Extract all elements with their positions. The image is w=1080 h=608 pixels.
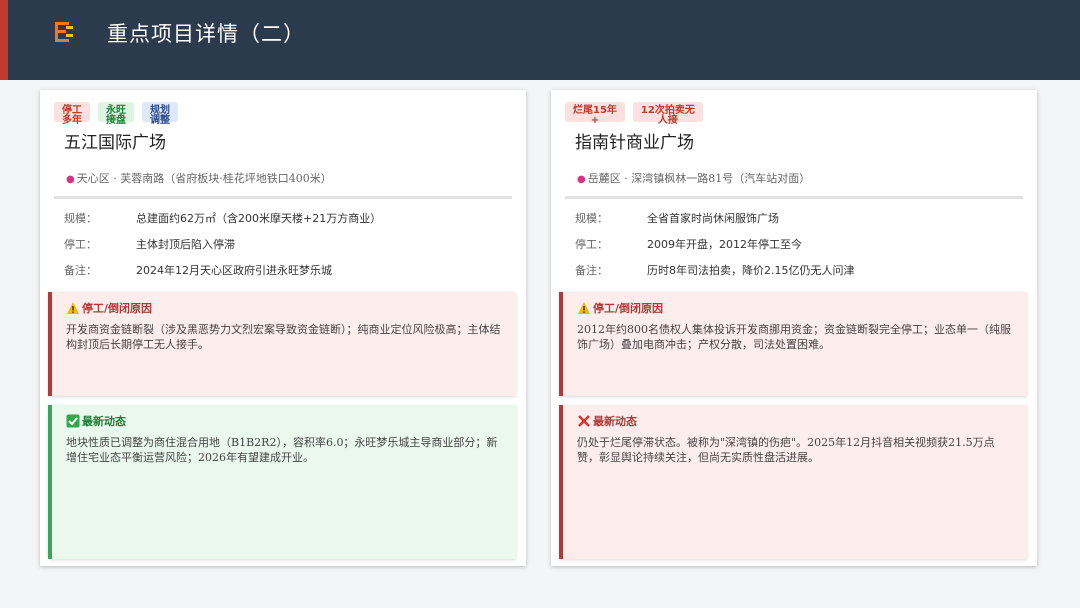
info-value: 主体封顶后陷入停滞 xyxy=(136,238,235,251)
news-text: 仍处于烂尾停滞状态。被称为"深湾镇的伤疤"。2025年12月抖音相关视频获21.… xyxy=(577,436,995,464)
info-value: 全省首家时尚休闲服饰广场 xyxy=(647,212,779,225)
reason-text: 开发商资金链断裂（涉及黑恶势力文烈宏案导致资金链断）；纯商业定位风险极高；主体结… xyxy=(66,323,501,351)
tag-group: 烂尾15年 + 12次拍卖无 人接 xyxy=(565,102,703,126)
status-badge: 停工 多年 xyxy=(54,102,90,126)
header-bar: 重点项目详情（二） xyxy=(0,0,1080,80)
warning-icon xyxy=(66,301,80,315)
project-card-right: 烂尾15年 + 12次拍卖无 人接 指南针商业广场 ● 岳麓区 · 深湾镇枫林一路… xyxy=(551,90,1037,566)
reason-title: 停工/倒闭原因 xyxy=(577,300,663,316)
reason-text: 2012年约800名债权人集体投诉开发商挪用资金；资金链断裂完全停工；业态单一（… xyxy=(577,323,1011,351)
location-pin-icon: ● xyxy=(577,174,586,185)
divider xyxy=(54,196,512,199)
project-location: ● 天心区 · 芙蓉南路（省府板块·桂花坪地铁口400米） xyxy=(66,170,332,186)
divider xyxy=(565,196,1023,199)
project-name: 指南针商业广场 xyxy=(575,133,694,153)
status-badge: 12次拍卖无 人接 xyxy=(632,102,703,126)
news-title-text: 最新动态 xyxy=(82,415,126,428)
reason-title-text: 停工/倒闭原因 xyxy=(82,302,153,315)
cross-icon xyxy=(577,414,591,428)
news-box: 最新动态 仍处于烂尾停滞状态。被称为"深湾镇的伤疤"。2025年12月抖音相关视… xyxy=(559,405,1027,559)
news-box: 最新动态 地块性质已调整为商住混合用地（B1B2R2），容积率6.0；永旺梦乐城… xyxy=(48,405,516,559)
reason-box: 停工/倒闭原因 2012年约800名债权人集体投诉开发商挪用资金；资金链断裂完全… xyxy=(559,292,1027,396)
info-row-stop: 停工： 主体封顶后陷入停滞 xyxy=(64,236,235,252)
page-title: 重点项目详情（二） xyxy=(107,22,305,46)
status-badge: 规划 调整 xyxy=(142,102,178,126)
info-label: 备注： xyxy=(575,264,608,277)
info-row-stop: 停工： 2009年开盘，2012年停工至今 xyxy=(575,236,802,252)
news-title-text: 最新动态 xyxy=(593,415,637,428)
location-text: 岳麓区 · 深湾镇枫林一路81号（汽车站对面） xyxy=(587,172,811,185)
reason-title-text: 停工/倒闭原因 xyxy=(593,302,664,315)
reason-box: 停工/倒闭原因 开发商资金链断裂（涉及黑恶势力文烈宏案导致资金链断）；纯商业定位… xyxy=(48,292,516,396)
check-icon xyxy=(66,414,80,428)
info-value: 总建面约62万㎡（含200米摩天楼+21万方商业） xyxy=(136,212,382,225)
location-pin-icon: ● xyxy=(66,174,75,185)
project-card-left: 停工 多年 永旺 接盘 规划 调整 五江国际广场 ● 天心区 · 芙蓉南路（省府板… xyxy=(40,90,526,566)
status-badge: 永旺 接盘 xyxy=(98,102,134,126)
info-label: 规模： xyxy=(575,212,608,225)
info-label: 停工： xyxy=(575,238,608,251)
info-row-note: 备注： 历时8年司法拍卖，降价2.15亿仍无人问津 xyxy=(575,262,855,278)
location-text: 天心区 · 芙蓉南路（省府板块·桂花坪地铁口400米） xyxy=(76,172,332,185)
info-label: 停工： xyxy=(64,238,97,251)
info-value: 2024年12月天心区政府引进永旺梦乐城 xyxy=(136,264,332,277)
reason-title: 停工/倒闭原因 xyxy=(66,300,152,316)
logo-icon xyxy=(52,20,76,44)
info-label: 规模： xyxy=(64,212,97,225)
project-name: 五江国际广场 xyxy=(64,133,166,153)
news-title: 最新动态 xyxy=(66,413,126,429)
info-row-note: 备注： 2024年12月天心区政府引进永旺梦乐城 xyxy=(64,262,332,278)
tag-group: 停工 多年 永旺 接盘 规划 调整 xyxy=(54,102,178,126)
info-row-scale: 规模： 总建面约62万㎡（含200米摩天楼+21万方商业） xyxy=(64,210,381,226)
info-row-scale: 规模： 全省首家时尚休闲服饰广场 xyxy=(575,210,779,226)
info-label: 备注： xyxy=(64,264,97,277)
info-value: 历时8年司法拍卖，降价2.15亿仍无人问津 xyxy=(647,264,855,277)
status-badge: 烂尾15年 + xyxy=(565,102,625,126)
header-accent-stripe xyxy=(0,0,8,80)
news-text: 地块性质已调整为商住混合用地（B1B2R2），容积率6.0；永旺梦乐城主导商业部… xyxy=(66,436,498,464)
news-title: 最新动态 xyxy=(577,413,637,429)
warning-icon xyxy=(577,301,591,315)
info-value: 2009年开盘，2012年停工至今 xyxy=(647,238,802,251)
project-location: ● 岳麓区 · 深湾镇枫林一路81号（汽车站对面） xyxy=(577,170,810,186)
